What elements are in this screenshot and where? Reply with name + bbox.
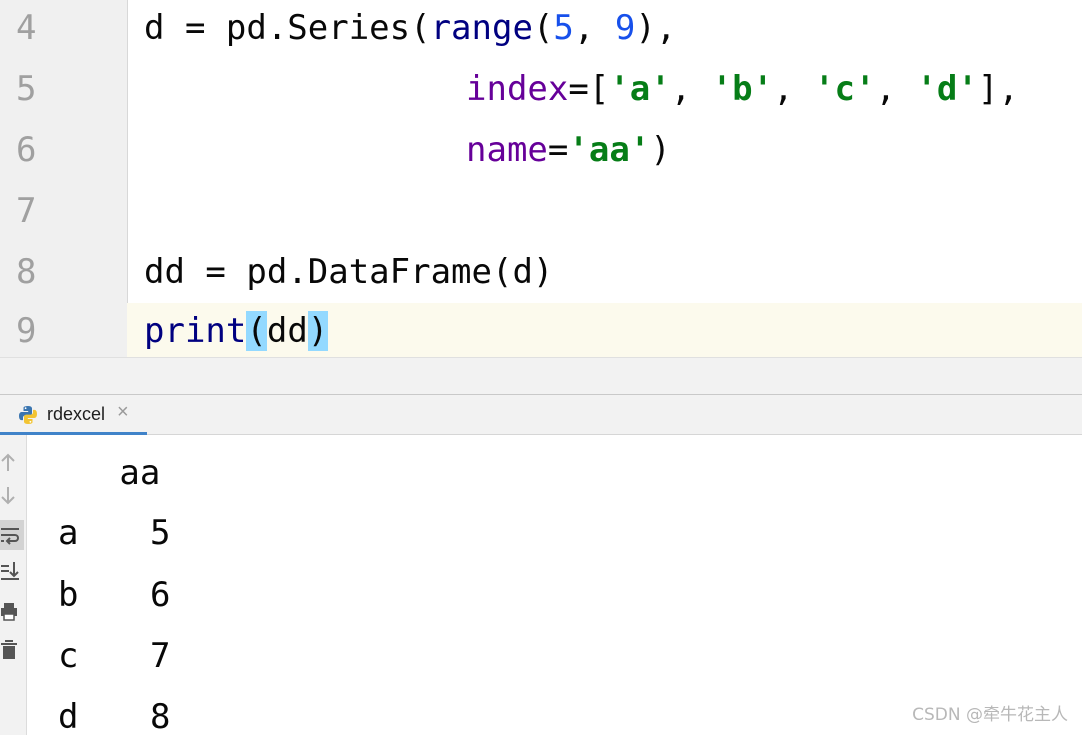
dataframe-value: 8 <box>150 697 171 735</box>
console-output[interactable]: aa a 5 b 6 c 7 d 8 <box>28 435 1082 735</box>
dataframe-index: b <box>58 575 79 615</box>
editor-tool-window-splitter[interactable] <box>0 357 1082 395</box>
code-text: name='aa') <box>466 130 671 170</box>
trash-icon[interactable] <box>0 635 24 665</box>
code-text: dd = pd.DataFrame(d) <box>144 252 554 292</box>
down-arrow-icon[interactable] <box>0 481 24 511</box>
console-toolbar <box>0 435 27 735</box>
watermark: CSDN @牵牛花主人 <box>912 705 1068 725</box>
dataframe-value: 5 <box>150 513 171 553</box>
up-arrow-icon[interactable] <box>0 445 24 475</box>
dataframe-index: a <box>58 513 79 553</box>
code-text: print(dd) <box>144 311 329 351</box>
matched-brace-close: ) <box>307 311 329 351</box>
line-number: 4 <box>16 8 37 48</box>
run-tab-bar: rdexcel × <box>0 395 1082 435</box>
code-line[interactable]: 4 d = pd.Series(range(5, 9), <box>0 0 1082 61</box>
line-number: 6 <box>16 130 37 170</box>
code-text: index=['a', 'b', 'c', 'd'], <box>466 69 1019 109</box>
dataframe-index: d <box>58 697 79 735</box>
ide-window: 4 d = pd.Series(range(5, 9), 5 index=['a… <box>0 0 1082 735</box>
line-number: 9 <box>16 311 37 351</box>
code-text: d = pd.Series(range(5, 9), <box>144 8 677 48</box>
code-line-current[interactable]: 9 print(dd) <box>0 303 1082 357</box>
line-number: 7 <box>16 191 37 231</box>
soft-wrap-icon[interactable] <box>0 520 24 550</box>
run-tab[interactable]: rdexcel × <box>0 395 147 435</box>
run-tab-label: rdexcel <box>47 404 106 424</box>
line-number: 5 <box>16 69 37 109</box>
line-number: 8 <box>16 252 37 292</box>
code-line[interactable]: 5 index=['a', 'b', 'c', 'd'], <box>0 61 1082 122</box>
dataframe-value: 7 <box>150 636 171 676</box>
dataframe-header: aa <box>58 453 161 493</box>
code-line[interactable]: 6 name='aa') <box>0 122 1082 183</box>
dataframe-index: c <box>58 636 79 676</box>
code-line[interactable]: 7 <box>0 183 1082 244</box>
dataframe-value: 6 <box>150 575 171 615</box>
scroll-to-end-icon[interactable] <box>0 557 24 587</box>
close-icon[interactable]: × <box>117 402 129 422</box>
print-icon[interactable] <box>0 597 24 627</box>
code-line[interactable]: 8 dd = pd.DataFrame(d) <box>0 244 1082 305</box>
python-icon <box>18 405 38 425</box>
matched-brace-open: ( <box>246 311 267 351</box>
code-editor[interactable]: 4 d = pd.Series(range(5, 9), 5 index=['a… <box>0 0 1082 357</box>
